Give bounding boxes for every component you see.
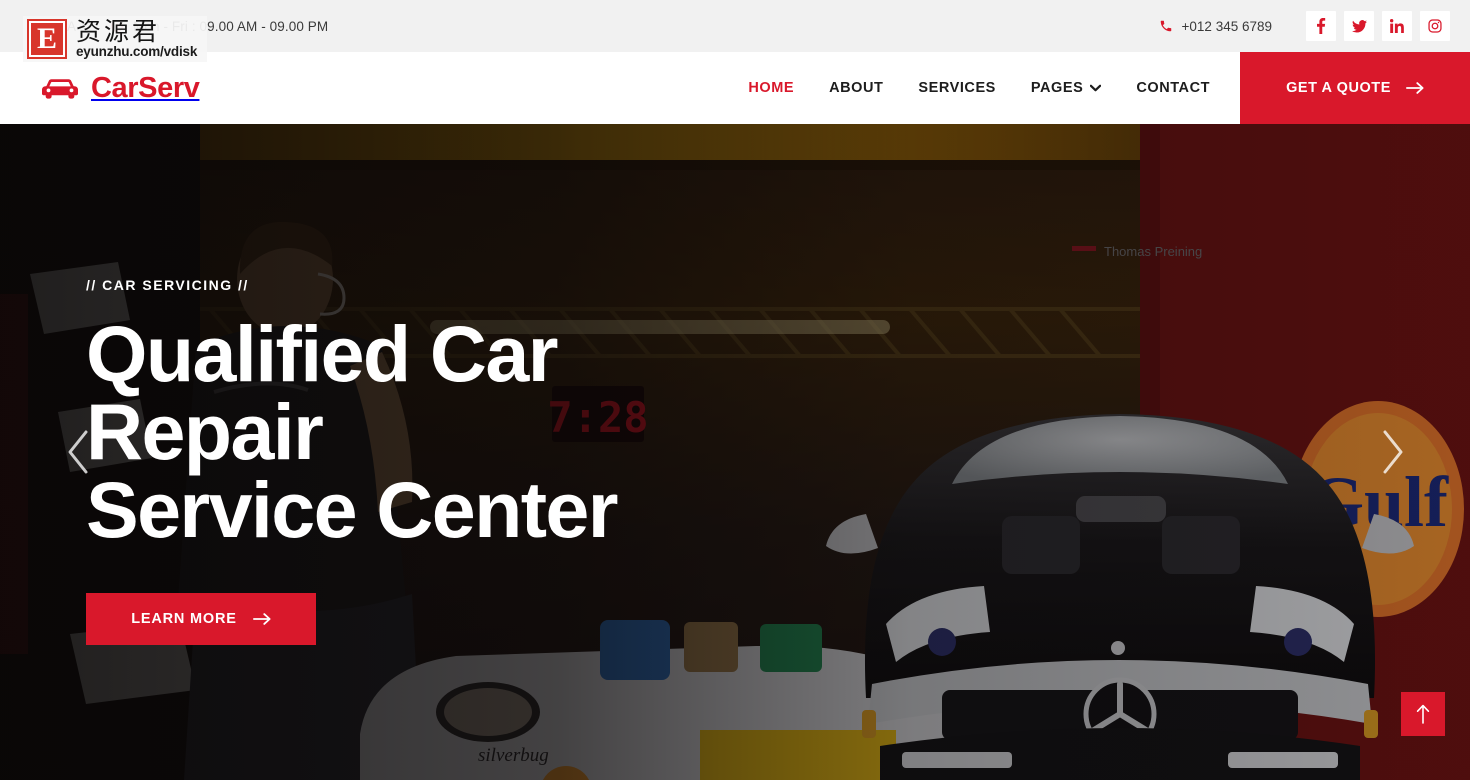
nav-item-contact-label: CONTACT bbox=[1136, 80, 1210, 96]
chevron-left-icon bbox=[64, 429, 94, 475]
linkedin-icon[interactable] bbox=[1382, 11, 1412, 41]
phone-item[interactable]: +012 345 6789 bbox=[1159, 19, 1272, 34]
nav-item-home[interactable]: HOME bbox=[748, 80, 794, 96]
nav-item-pages[interactable]: PAGES bbox=[1030, 80, 1102, 96]
watermark-text: 资源君 eyunzhu.com/vdisk bbox=[76, 17, 198, 60]
scroll-to-top-button[interactable] bbox=[1401, 692, 1445, 736]
twitter-icon[interactable] bbox=[1344, 11, 1374, 41]
hero-carousel: Gulf 7:28 bbox=[0, 124, 1470, 780]
nav-item-about-label: ABOUT bbox=[829, 80, 884, 96]
arrow-up-icon bbox=[1416, 704, 1430, 724]
nav-item-contact[interactable]: CONTACT bbox=[1136, 80, 1210, 96]
watermark-overlay: E 资源君 eyunzhu.com/vdisk bbox=[23, 16, 208, 63]
nav-links: HOME ABOUT SERVICES PAGES CONTACT bbox=[470, 52, 1240, 124]
main-navbar: CarServ HOME ABOUT SERVICES PAGES CONTAC… bbox=[0, 52, 1470, 124]
nav-item-services[interactable]: SERVICES bbox=[918, 80, 995, 96]
chevron-down-icon bbox=[1090, 84, 1102, 92]
arrow-right-icon bbox=[1405, 81, 1424, 95]
nav-item-services-label: SERVICES bbox=[918, 80, 996, 96]
instagram-icon[interactable] bbox=[1420, 11, 1450, 41]
brand-logo[interactable]: CarServ bbox=[0, 52, 470, 124]
get-a-quote-label: GET A QUOTE bbox=[1286, 80, 1391, 96]
watermark-letter: E bbox=[29, 21, 65, 58]
carousel-prev-button[interactable] bbox=[56, 424, 102, 480]
learn-more-label: LEARN MORE bbox=[131, 611, 237, 628]
car-icon bbox=[42, 76, 78, 100]
topbar: USA Mon - Fri : 09.00 AM - 09.00 PM +012… bbox=[0, 0, 1470, 52]
nav-item-about[interactable]: ABOUT bbox=[829, 80, 883, 96]
hero-eyebrow: // CAR SERVICING // bbox=[86, 276, 249, 293]
brand-name: CarServ bbox=[91, 71, 200, 104]
nav-item-home-label: HOME bbox=[748, 80, 795, 96]
watermark-logo-icon: E bbox=[27, 19, 67, 60]
hero-title-line-2: Service Center bbox=[86, 465, 619, 555]
chevron-right-icon bbox=[1377, 429, 1407, 475]
facebook-icon[interactable] bbox=[1306, 11, 1336, 41]
watermark-url: eyunzhu.com/vdisk bbox=[76, 44, 198, 60]
topbar-right-group: +012 345 6789 bbox=[1159, 11, 1450, 41]
arrow-right-icon bbox=[252, 612, 271, 626]
carousel-next-button[interactable] bbox=[1369, 424, 1415, 480]
learn-more-button[interactable]: LEARN MORE bbox=[86, 593, 316, 646]
watermark-chinese: 资源君 bbox=[76, 17, 161, 46]
hero-title: Qualified Car Repair Service Center bbox=[86, 314, 786, 550]
hero-content: // CAR SERVICING // Qualified Car Repair… bbox=[0, 124, 1470, 780]
nav-item-pages-label: PAGES bbox=[1030, 80, 1084, 96]
phone-text: +012 345 6789 bbox=[1181, 18, 1272, 34]
get-a-quote-button[interactable]: GET A QUOTE bbox=[1240, 52, 1470, 124]
phone-icon bbox=[1159, 19, 1173, 33]
hero-title-line-1: Qualified Car Repair bbox=[86, 308, 558, 476]
